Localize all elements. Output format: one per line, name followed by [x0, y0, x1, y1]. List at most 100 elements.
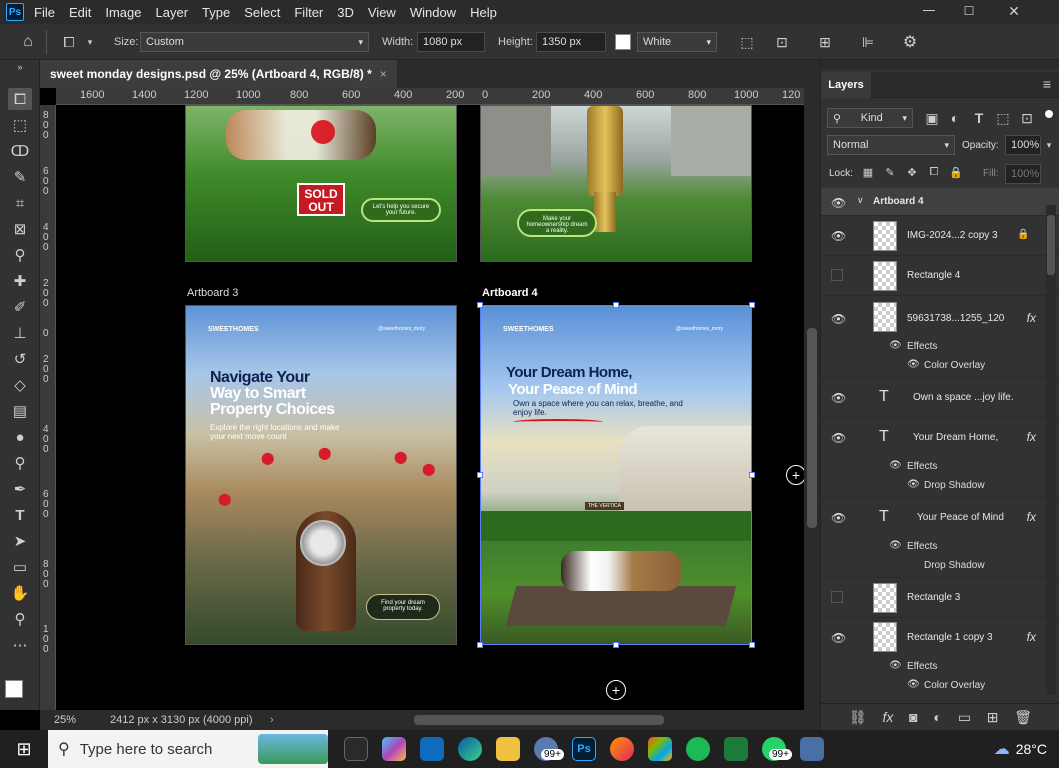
eye-icon[interactable]: 👁: [889, 660, 902, 671]
menu-file[interactable]: File: [34, 5, 55, 20]
fx-icon[interactable]: fx: [1027, 510, 1036, 524]
eye-icon[interactable]: 👁: [889, 340, 902, 351]
eye-icon[interactable]: 👁: [889, 540, 902, 551]
eraser-tool-icon[interactable]: ◇: [8, 374, 32, 396]
chevron-down-icon[interactable]: ▾: [1043, 137, 1055, 153]
artboard-4[interactable]: SWEETHOMES @sweethomes_mory Your Dream H…: [480, 305, 752, 645]
minimize-button[interactable]: [920, 4, 938, 18]
add-artboard-icon[interactable]: ⬚: [737, 32, 757, 52]
artboard-1[interactable]: SOLD OUT Let's help you secure your futu…: [185, 105, 457, 262]
smart-filter-icon[interactable]: ⊡: [1019, 110, 1035, 126]
chevron-down-icon[interactable]: ∨: [857, 195, 864, 206]
home-icon[interactable]: ⌂: [18, 32, 38, 52]
add-artboard-bottom-icon[interactable]: +: [606, 680, 626, 700]
type-tool-icon[interactable]: T: [8, 504, 32, 526]
transform-handle[interactable]: [477, 472, 483, 478]
new-artboard-icon[interactable]: ⊞: [815, 32, 835, 52]
fx-icon[interactable]: fx: [1027, 311, 1036, 325]
scroll-thumb[interactable]: [807, 328, 817, 528]
width-field[interactable]: 1080 px: [417, 32, 485, 52]
height-field[interactable]: 1350 px: [536, 32, 606, 52]
path-select-icon[interactable]: ➤: [8, 530, 32, 552]
chevron-down-icon[interactable]: ▾: [84, 32, 96, 52]
fx-icon[interactable]: fx: [1027, 630, 1036, 644]
layer-row[interactable]: 👁 T Own a space ...joy life.: [821, 378, 1059, 418]
task-view-icon[interactable]: [344, 737, 368, 761]
eye-icon[interactable]: 👁: [907, 679, 920, 690]
eye-icon[interactable]: 👁: [831, 511, 847, 525]
zoom-tool-icon[interactable]: ⚲: [8, 608, 32, 630]
temperature[interactable]: 28°C: [1016, 741, 1047, 757]
add-artboard-right-icon[interactable]: +: [786, 465, 804, 485]
remote-desktop-icon[interactable]: [800, 737, 824, 761]
healing-tool-icon[interactable]: ✚: [8, 270, 32, 292]
menu-filter[interactable]: Filter: [294, 5, 323, 20]
layers-tab[interactable]: Layers: [821, 72, 871, 98]
lock-all-icon[interactable]: 🔒: [949, 164, 963, 180]
fill-field[interactable]: 100%: [1005, 164, 1041, 184]
visibility-off-box[interactable]: [831, 269, 843, 281]
type-filter-icon[interactable]: T: [971, 110, 987, 126]
close-tab-icon[interactable]: ×: [380, 67, 387, 81]
eye-icon[interactable]: 👁: [831, 196, 847, 210]
transform-handle[interactable]: [749, 642, 755, 648]
layer-row[interactable]: Rectangle 3: [821, 578, 1059, 618]
dodge-tool-icon[interactable]: ⚲: [8, 452, 32, 474]
layer-row[interactable]: 👁 Rectangle 1 copy 3 fx ⌃ 👁 Effects 👁 Co…: [821, 618, 1059, 698]
link-layers-icon[interactable]: ⛓: [849, 709, 867, 726]
align-icon[interactable]: ⊫: [858, 32, 878, 52]
marquee-tool-icon[interactable]: ⬚: [8, 114, 32, 136]
transform-handle[interactable]: [613, 642, 619, 648]
scroll-thumb[interactable]: [1047, 215, 1055, 275]
lock-artboard-icon[interactable]: ⧠: [927, 164, 941, 180]
artboard-3-label[interactable]: Artboard 3: [187, 287, 238, 299]
artboard-3[interactable]: SWEETHOMES @sweethomes_mory Navigate You…: [185, 305, 457, 645]
windows-start-icon[interactable]: ⊞: [0, 730, 48, 768]
horizontal-scroll-thumb[interactable]: [413, 715, 664, 725]
outlook-icon[interactable]: [420, 737, 444, 761]
transform-handle[interactable]: [749, 472, 755, 478]
stamp-tool-icon[interactable]: ⊥: [8, 322, 32, 344]
add-style-icon[interactable]: fx: [882, 709, 893, 725]
zoom-level[interactable]: 25%: [54, 714, 94, 726]
edge-icon[interactable]: [458, 737, 482, 761]
new-group-icon[interactable]: ▭: [958, 709, 971, 726]
eye-icon[interactable]: 👁: [907, 479, 920, 490]
lock-transparent-icon[interactable]: ▦: [861, 164, 875, 180]
eye-icon[interactable]: 👁: [889, 460, 902, 471]
vertical-scrollbar[interactable]: [804, 88, 820, 710]
color-swatch[interactable]: [615, 34, 631, 50]
eye-icon[interactable]: 👁: [831, 631, 847, 645]
crop-tool-icon[interactable]: ⌗: [8, 192, 32, 214]
menu-select[interactable]: Select: [244, 5, 280, 20]
menu-window[interactable]: Window: [410, 5, 456, 20]
trash-icon[interactable]: 🗑: [1014, 709, 1032, 726]
gradient-tool-icon[interactable]: ▤: [8, 400, 32, 422]
gear-icon[interactable]: ⚙: [900, 32, 920, 52]
lasso-tool-icon[interactable]: ↀ: [8, 140, 32, 162]
menu-type[interactable]: Type: [202, 5, 230, 20]
fit-artboard-icon[interactable]: ⊡: [772, 32, 792, 52]
size-select[interactable]: Custom ▾: [140, 32, 369, 52]
menu-layer[interactable]: Layer: [156, 5, 189, 20]
layer-group-artboard-4[interactable]: 👁 ∨ Artboard 4: [821, 188, 1059, 216]
blend-mode-select[interactable]: Normal ▾: [827, 135, 955, 155]
file-explorer-icon[interactable]: [496, 737, 520, 761]
brush-tool-icon[interactable]: ✐: [8, 296, 32, 318]
panel-menu-icon[interactable]: ≡: [1039, 76, 1055, 92]
kind-filter[interactable]: ⚲ Kind ▾: [827, 108, 913, 128]
artboard-4-label[interactable]: Artboard 4: [482, 287, 538, 299]
layers-scrollbar[interactable]: [1046, 205, 1056, 695]
eye-icon[interactable]: 👁: [831, 431, 847, 445]
maximize-icon[interactable]: ☐: [960, 2, 978, 20]
menu-help[interactable]: Help: [470, 5, 497, 20]
fx-icon[interactable]: fx: [1027, 430, 1036, 444]
photoshop-taskbar-icon[interactable]: Ps: [572, 737, 596, 761]
document-tab[interactable]: sweet monday designs.psd @ 25% (Artboard…: [40, 60, 397, 88]
shape-filter-icon[interactable]: ⬚: [995, 110, 1011, 126]
more-tools-icon[interactable]: ⋯: [8, 634, 32, 656]
foreground-color[interactable]: [5, 680, 23, 698]
add-mask-icon[interactable]: ◙: [909, 709, 917, 725]
adjustment-layer-icon[interactable]: ◐: [933, 709, 941, 725]
menu-3d[interactable]: 3D: [337, 5, 354, 20]
